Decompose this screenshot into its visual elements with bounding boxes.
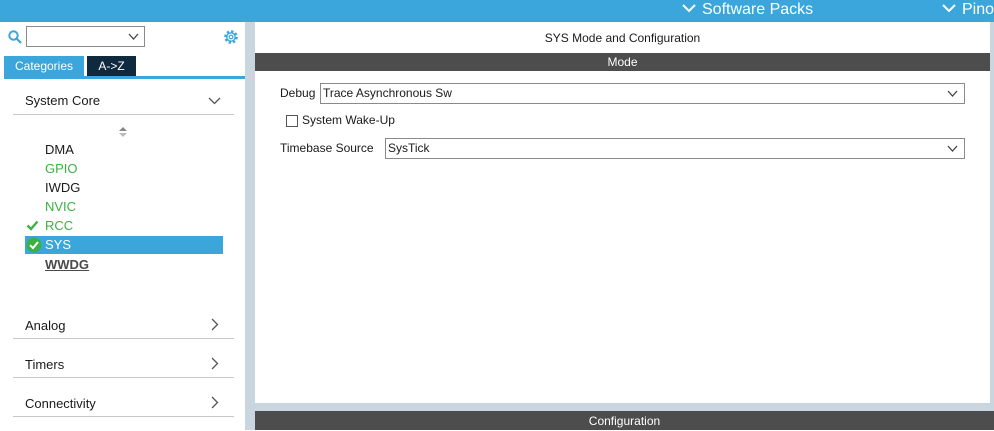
chevron-right-icon[interactable] xyxy=(211,357,219,370)
system-wakeup-label: System Wake-Up xyxy=(302,113,395,127)
checkmark-icon xyxy=(26,220,39,231)
list-item-sys[interactable]: SYS xyxy=(25,236,223,254)
list-item-wwdg[interactable]: WWDG xyxy=(45,256,89,274)
pinout-label: Pinout xyxy=(962,1,994,18)
panel-splitter[interactable] xyxy=(245,22,255,430)
timebase-source-select[interactable]: SysTick xyxy=(385,138,965,159)
mode-header: Mode xyxy=(255,53,990,71)
debug-label: Debug xyxy=(280,86,316,100)
timebase-source-value: SysTick xyxy=(388,141,430,155)
sidebar: Categories A->Z System Core DMA GPIO IWD… xyxy=(0,22,245,430)
check-circle-icon xyxy=(26,237,42,253)
chevron-down-icon xyxy=(947,90,958,97)
list-item-rcc[interactable]: RCC xyxy=(45,217,73,235)
divider xyxy=(13,338,234,339)
list-item-nvic[interactable]: NVIC xyxy=(45,198,76,216)
configuration-header[interactable]: Configuration xyxy=(255,411,994,430)
tab-categories[interactable]: Categories xyxy=(4,56,84,76)
chevron-down-icon xyxy=(947,145,958,152)
software-packs-menu[interactable]: Software Packs xyxy=(682,0,813,22)
category-timers-label: Timers xyxy=(25,357,65,372)
list-item-sys-label: SYS xyxy=(45,237,72,252)
tab-a-to-z[interactable]: A->Z xyxy=(87,56,136,76)
divider xyxy=(13,416,234,417)
list-item-dma[interactable]: DMA xyxy=(45,141,74,159)
right-border xyxy=(990,22,994,430)
list-item-gpio[interactable]: GPIO xyxy=(45,160,78,178)
chevron-down-icon[interactable] xyxy=(208,97,221,105)
chevron-right-icon[interactable] xyxy=(211,396,219,409)
debug-select[interactable]: Trace Asynchronous Sw xyxy=(320,83,965,104)
mode-configuration-panel: SYS Mode and Configuration Mode Debug Tr… xyxy=(255,22,990,403)
divider xyxy=(13,377,234,378)
tab-underline xyxy=(4,76,245,79)
category-system-core-label: System Core xyxy=(25,93,101,108)
timebase-source-label: Timebase Source xyxy=(280,141,374,155)
divider xyxy=(13,114,234,115)
horizontal-splitter[interactable] xyxy=(255,403,990,411)
chevron-down-icon xyxy=(682,4,696,13)
debug-select-value: Trace Asynchronous Sw xyxy=(323,86,452,100)
category-analog-label: Analog xyxy=(25,318,66,333)
chevron-down-icon xyxy=(942,4,956,13)
system-wakeup-checkbox[interactable] xyxy=(286,115,298,127)
chevron-down-icon[interactable] xyxy=(128,33,139,40)
software-packs-label: Software Packs xyxy=(702,1,814,18)
category-connectivity-label: Connectivity xyxy=(25,396,96,411)
top-toolbar xyxy=(0,0,994,22)
pinout-menu[interactable]: Pinout xyxy=(942,0,994,22)
gear-icon[interactable] xyxy=(222,28,240,46)
list-item-iwdg[interactable]: IWDG xyxy=(45,179,80,197)
page-title: SYS Mode and Configuration xyxy=(544,31,701,45)
sort-arrows-icon[interactable] xyxy=(118,126,128,138)
search-input[interactable] xyxy=(26,26,145,47)
search-icon[interactable] xyxy=(8,30,22,44)
chevron-right-icon[interactable] xyxy=(211,318,219,331)
